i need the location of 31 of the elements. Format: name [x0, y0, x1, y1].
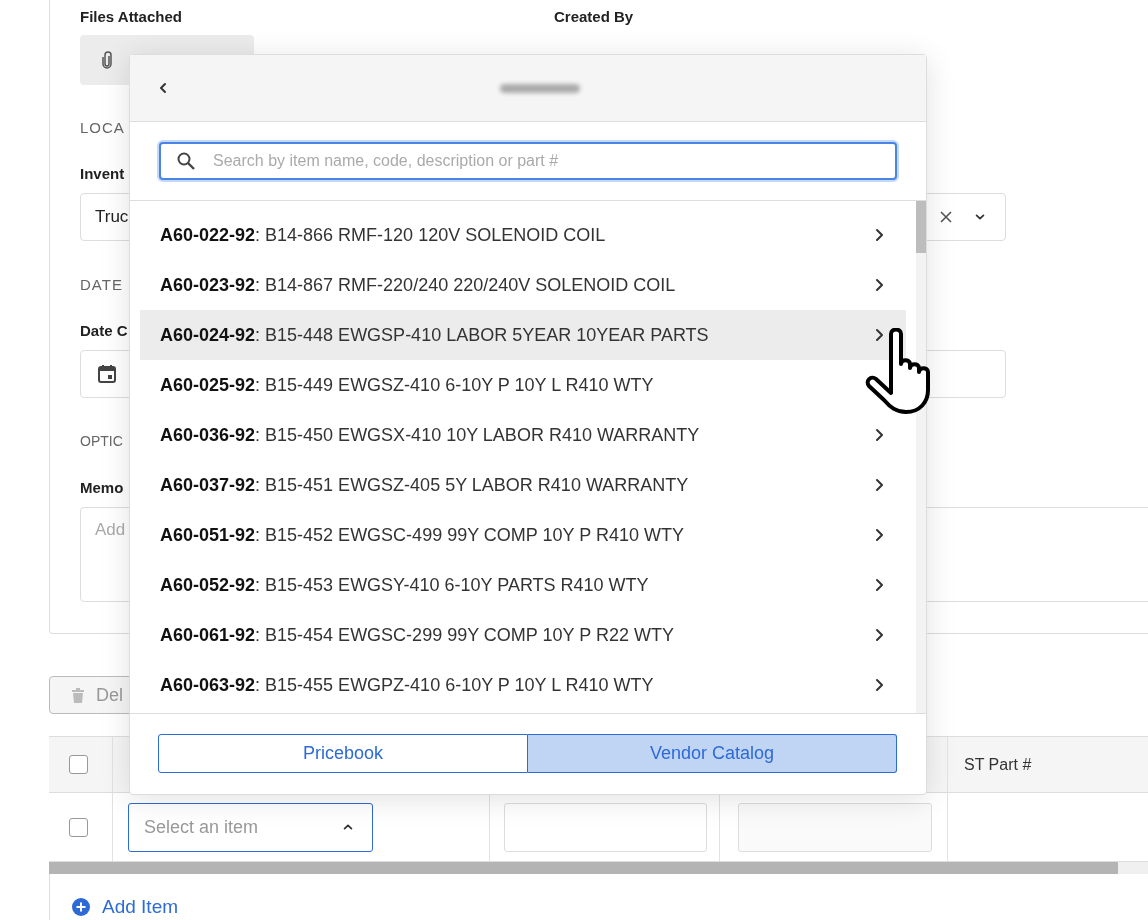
calendar-icon	[97, 364, 117, 384]
add-item-link[interactable]: Add Item	[49, 874, 1148, 920]
section-heading: LOCA	[80, 118, 125, 138]
catalog-item[interactable]: A60-023-92: B14-867 RMF-220/240 220/240V SOLENOID COIL	[140, 260, 906, 310]
column-header: ST Part #	[963, 755, 1032, 774]
field-label: Files Attached	[80, 7, 182, 27]
row-checkbox[interactable]	[69, 817, 88, 837]
catalog-item[interactable]: A60-052-92: B15-453 EWGSY-410 6-10Y PARTS R410 WTY	[140, 560, 906, 610]
section-heading: DATE	[80, 275, 123, 295]
paperclip-icon	[102, 51, 112, 69]
field-label: Memo	[80, 478, 124, 498]
clear-icon[interactable]	[940, 211, 952, 223]
field-label: Invent	[80, 164, 125, 184]
plus-circle-icon	[72, 898, 90, 916]
catalog-item[interactable]: A60-036-92: B15-450 EWGSX-410 10Y LABOR R410 WARRANTY	[140, 410, 906, 460]
section-heading: OPTIC	[80, 432, 123, 451]
select-all-checkbox[interactable]	[69, 755, 88, 774]
catalog-item[interactable]: A60-061-92: B15-454 EWGSC-299 99Y COMP 10Y P R22 WTY	[140, 610, 906, 660]
source-tab[interactable]: Pricebook	[158, 734, 528, 773]
field-label: Created By	[554, 7, 634, 27]
catalog-item[interactable]: A60-022-92: B14-866 RMF-120 120V SOLENOID COIL	[140, 210, 906, 260]
catalog-item[interactable]: A60-024-92: B15-448 EWGSP-410 LABOR 5YEAR 10YEAR PARTS	[140, 310, 906, 360]
field-label: Date C	[80, 321, 128, 341]
input-field[interactable]	[504, 802, 707, 852]
input-field[interactable]	[738, 802, 932, 852]
search-field[interactable]: Search by item name, code, description or part #	[159, 142, 897, 180]
catalog-item[interactable]: A60-051-92: B15-452 EWGSC-499 99Y COMP 10Y P R410 WTY	[140, 510, 906, 560]
vertical-scrollbar[interactable]	[916, 201, 926, 713]
catalog-item[interactable]: A60-037-92: B15-451 EWGSZ-405 5Y LABOR R410 WARRANTY	[140, 460, 906, 510]
horizontal-scrollbar[interactable]	[49, 861, 1148, 874]
trash-icon	[72, 687, 84, 703]
